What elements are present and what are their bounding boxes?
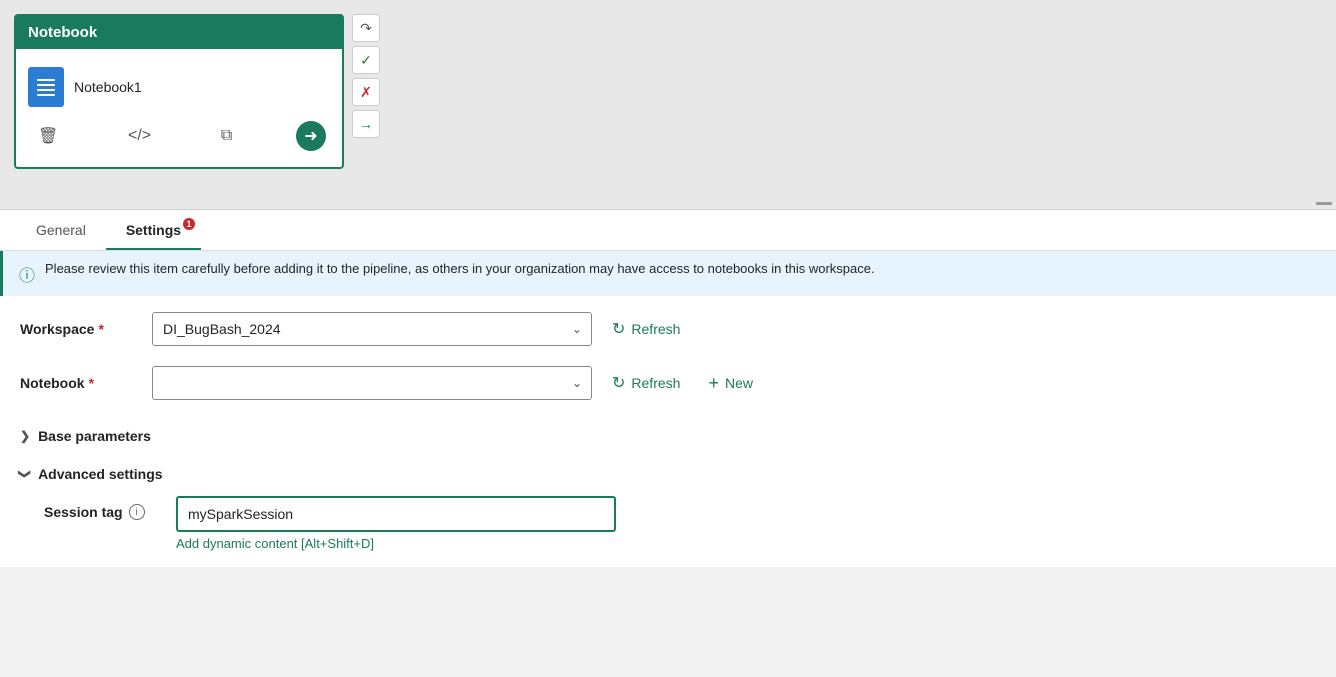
workspace-required: * [98, 321, 103, 337]
notebook-lines [37, 79, 55, 96]
tab-settings-badge: 1 [183, 218, 195, 230]
base-parameters-toggle[interactable]: ❯ Base parameters [20, 420, 151, 452]
notebook-refresh-button[interactable]: ↻ Refresh [604, 367, 688, 399]
info-icon: ⓘ [19, 262, 35, 286]
notebook-card-actions: 🗑 </> ⧉ ➜ [28, 113, 330, 155]
session-tag-input[interactable] [176, 496, 616, 532]
workspace-label: Workspace * [20, 321, 140, 337]
workspace-row: Workspace * DI_BugBash_2024 ⌄ ↻ Refresh [20, 312, 1316, 346]
form-area: Workspace * DI_BugBash_2024 ⌄ ↻ Refresh … [0, 296, 1336, 567]
notebook-card-header: Notebook [16, 16, 342, 49]
notebook-line-1 [37, 79, 55, 81]
notebook-card-title: Notebook [28, 24, 97, 41]
notebook-item-row: Notebook1 [28, 61, 330, 113]
resize-handle[interactable] [1316, 202, 1332, 205]
notebook-card-body: Notebook1 🗑 </> ⧉ ➜ [16, 49, 342, 167]
base-parameters-section: ❯ Base parameters [20, 420, 1316, 452]
notebook-line-4 [37, 94, 55, 96]
tab-settings[interactable]: Settings 1 [106, 210, 201, 250]
notebook-required: * [89, 375, 94, 391]
code-button[interactable]: </> [122, 125, 157, 147]
workspace-refresh-icon: ↻ [612, 319, 625, 339]
dynamic-content-link[interactable]: Add dynamic content [Alt+Shift+D] [176, 536, 616, 551]
session-tag-label: Session tag i [44, 496, 164, 520]
cancel-button[interactable]: ✗ [352, 78, 380, 106]
notebook-select-wrap: ⌄ [152, 366, 592, 400]
notebook-new-plus-icon: + [708, 373, 719, 394]
workspace-select[interactable]: DI_BugBash_2024 [152, 312, 592, 346]
advanced-settings-label: Advanced settings [38, 466, 162, 482]
base-params-arrow-icon: ❯ [20, 429, 30, 443]
advanced-settings-toggle[interactable]: ❯ Advanced settings [20, 458, 163, 490]
notebook-line-3 [37, 89, 55, 91]
notebook-select[interactable] [152, 366, 592, 400]
session-tag-label-text: Session tag [44, 504, 123, 520]
redo-button[interactable]: ↷ [352, 14, 380, 42]
notebook-row: Notebook * ⌄ ↻ Refresh + New [20, 366, 1316, 400]
notebook-label-text: Notebook [20, 375, 85, 391]
notebook-file-icon [28, 67, 64, 107]
advanced-settings-arrow-icon: ❯ [18, 469, 32, 479]
tabs-bar: General Settings 1 [0, 210, 1336, 251]
notebook-line-2 [37, 84, 55, 86]
main-panel: General Settings 1 ⓘ Please review this … [0, 210, 1336, 567]
session-tag-row: Session tag i Add dynamic content [Alt+S… [44, 496, 1316, 551]
info-banner-text: Please review this item carefully before… [45, 261, 875, 276]
notebook-label: Notebook * [20, 375, 140, 391]
notebook-item-name: Notebook1 [74, 79, 142, 95]
tab-general-label: General [36, 222, 86, 238]
notebook-refresh-icon: ↻ [612, 373, 625, 393]
confirm-button[interactable]: ✓ [352, 46, 380, 74]
delete-button[interactable]: 🗑 [32, 124, 64, 148]
session-tag-info-icon[interactable]: i [129, 504, 145, 520]
base-params-label: Base parameters [38, 428, 151, 444]
workspace-select-wrap: DI_BugBash_2024 ⌄ [152, 312, 592, 346]
go-button[interactable]: ➜ [296, 121, 326, 151]
workspace-refresh-button[interactable]: ↻ Refresh [604, 313, 688, 345]
canvas-area: Notebook Notebook1 🗑 </> ⧉ ➜ [0, 0, 1336, 210]
side-toolbar: ↷ ✓ ✗ → [352, 14, 380, 138]
notebook-new-button[interactable]: + New [700, 367, 761, 400]
navigate-button[interactable]: → [352, 110, 380, 138]
advanced-settings-section: ❯ Advanced settings Session tag i Add dy… [20, 458, 1316, 551]
workspace-refresh-label: Refresh [631, 321, 680, 337]
notebook-refresh-label: Refresh [631, 375, 680, 391]
info-banner: ⓘ Please review this item carefully befo… [0, 251, 1336, 296]
copy-button[interactable]: ⧉ [215, 125, 238, 147]
tab-settings-label: Settings [126, 222, 181, 238]
notebook-new-label: New [725, 375, 753, 391]
tab-general[interactable]: General [16, 210, 106, 250]
workspace-label-text: Workspace [20, 321, 94, 337]
session-tag-input-wrap: Add dynamic content [Alt+Shift+D] [176, 496, 616, 551]
notebook-card: Notebook Notebook1 🗑 </> ⧉ ➜ [14, 14, 344, 169]
